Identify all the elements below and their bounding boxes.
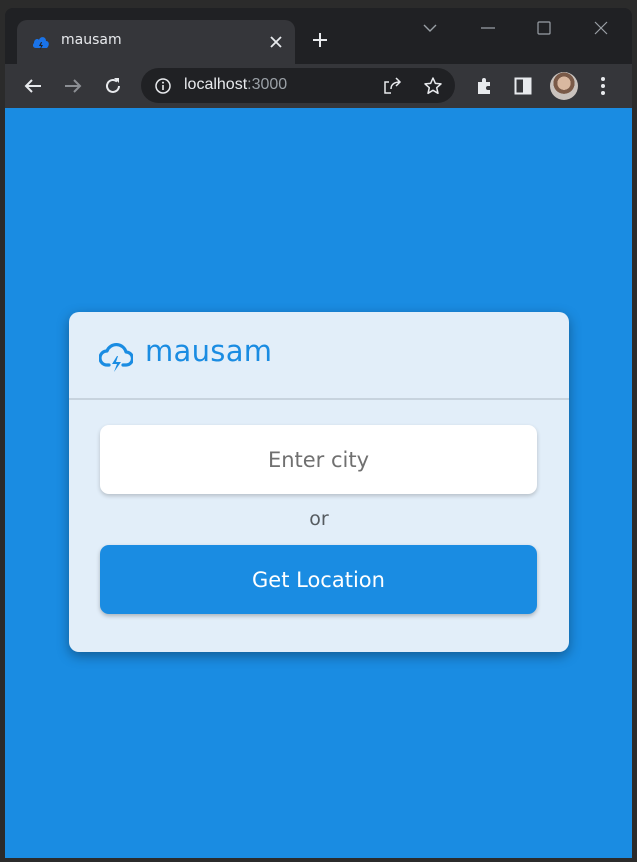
url-host: localhost: [184, 76, 248, 93]
forward-arrow-icon[interactable]: [59, 72, 87, 100]
new-tab-icon[interactable]: [307, 27, 333, 53]
profile-avatar[interactable]: [550, 72, 578, 100]
address-bar[interactable]: localhost:3000: [141, 68, 455, 103]
city-input[interactable]: [100, 425, 537, 494]
tab-title: mausam: [61, 32, 122, 48]
cloud-lightning-icon: [98, 341, 135, 373]
get-location-button[interactable]: Get Location: [100, 545, 537, 614]
maximize-icon[interactable]: [526, 14, 562, 42]
back-arrow-icon[interactable]: [19, 72, 47, 100]
cloud-favicon-icon: [31, 33, 51, 51]
url-port: :3000: [247, 76, 288, 93]
browser-toolbar: localhost:3000: [5, 64, 632, 108]
browser-tab[interactable]: mausam: [17, 20, 295, 64]
page-viewport: mausam or Get Location: [5, 108, 632, 858]
share-icon[interactable]: [379, 72, 407, 100]
title-bar: mausam: [5, 8, 632, 64]
url-text[interactable]: localhost:3000: [184, 76, 287, 94]
brand-name: mausam: [145, 334, 273, 368]
more-menu-icon[interactable]: [589, 72, 617, 100]
weather-card: mausam or Get Location: [69, 312, 569, 652]
close-tab-icon[interactable]: [263, 29, 289, 55]
tab-search-chevron-icon[interactable]: [412, 14, 448, 42]
or-separator: or: [309, 508, 329, 530]
card-header: mausam: [69, 312, 569, 400]
extensions-puzzle-icon[interactable]: [470, 72, 498, 100]
browser-window: mausam localhost:3000 mausam Enter city …: [5, 8, 632, 858]
minimize-icon[interactable]: [470, 14, 506, 42]
bookmark-star-icon[interactable]: [419, 72, 447, 100]
close-window-icon[interactable]: [583, 14, 619, 42]
reload-icon[interactable]: [99, 72, 127, 100]
side-panel-icon[interactable]: [509, 72, 537, 100]
site-info-icon[interactable]: [149, 72, 177, 100]
